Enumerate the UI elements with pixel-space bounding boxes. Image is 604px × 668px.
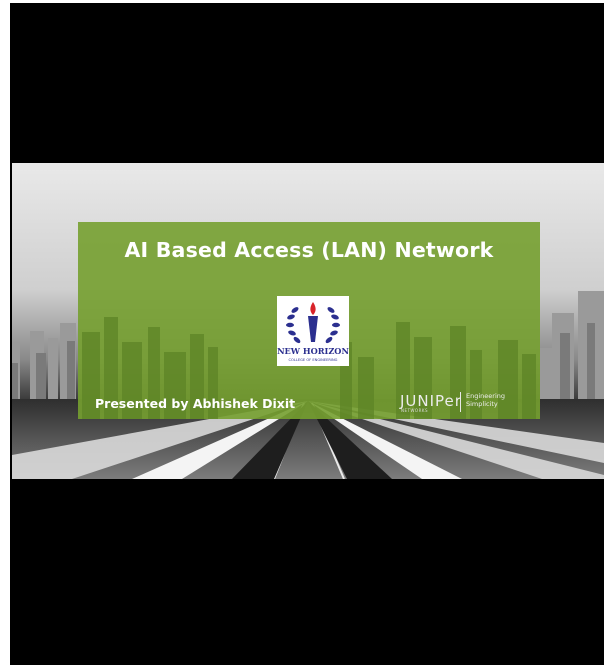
juniper-networks-text: NETWORKS: [401, 408, 429, 413]
logo-subtitle: COLLEGE OF ENGINEERING: [289, 358, 338, 362]
brand-tagline: Engineering Simplicity: [466, 392, 505, 408]
torch-laurel-emblem-icon: NEW HORIZON COLLEGE OF ENGINEERING: [277, 302, 349, 362]
college-logo: NEW HORIZON COLLEGE OF ENGINEERING: [277, 296, 349, 366]
title-slide: AI Based Access (LAN) Network NEW HORIZO…: [12, 163, 604, 479]
slide-title: AI Based Access (LAN) Network: [124, 238, 494, 262]
brand-divider: [460, 392, 461, 412]
title-panel: AI Based Access (LAN) Network NEW HORIZO…: [78, 222, 540, 419]
tagline-line2: Simplicity: [466, 400, 498, 408]
tagline-line1: Engineering: [466, 392, 505, 400]
logo-name: NEW HORIZON: [277, 346, 349, 356]
presenter-name: Presented by Abhishek Dixit: [95, 396, 296, 411]
